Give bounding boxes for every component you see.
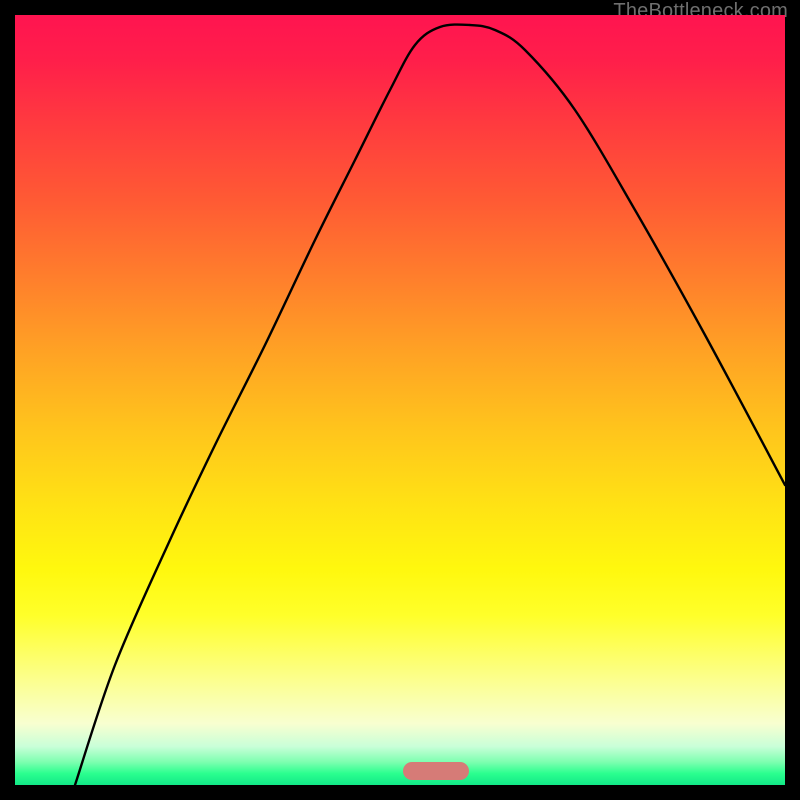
chart-plot-area <box>15 15 785 785</box>
bottleneck-curve <box>75 25 785 785</box>
chart-curve-svg <box>15 15 785 785</box>
optimal-range-marker <box>403 762 469 780</box>
